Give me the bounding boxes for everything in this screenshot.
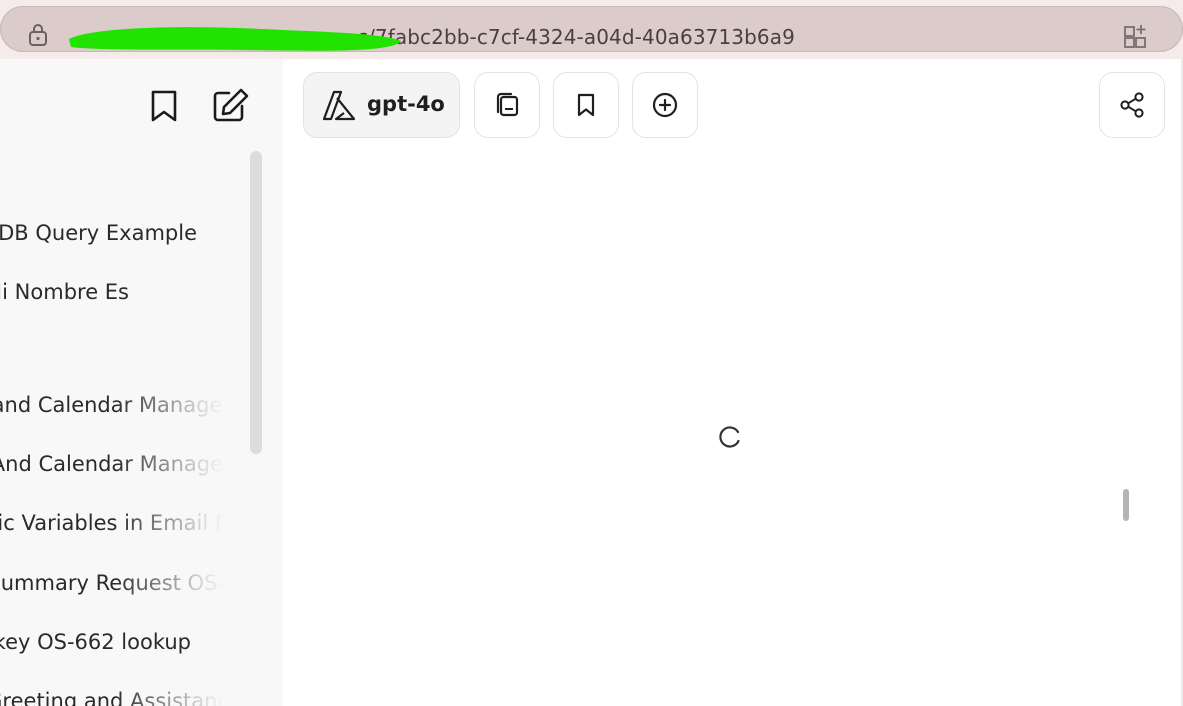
model-label: gpt-4o	[367, 92, 445, 116]
spinner-icon	[719, 426, 740, 448]
bookmark-icon	[577, 93, 595, 117]
sidebar-scrollbar[interactable]	[250, 151, 262, 454]
conversation-item[interactable]: and Calendar Manager	[0, 385, 225, 425]
browser-toolbar: c/7fabc2bb-c7cf-4324-a04d-40a63713b6a9	[0, 0, 1183, 59]
share-button[interactable]	[1099, 72, 1165, 138]
plus-circle-icon	[652, 92, 678, 118]
chat-scrollbar[interactable]	[1123, 489, 1129, 521]
conversation-item[interactable]: key OS-662 lookup	[0, 622, 225, 662]
presets-button[interactable]	[474, 72, 540, 138]
conversation-item[interactable]: nic Variables in Email M	[0, 503, 225, 543]
conversation-item[interactable]: Summary Request OS-	[0, 563, 225, 603]
chat-main: gpt-4o	[283, 59, 1183, 706]
sidebar: goDB Query Example Mi Nombre Es and Cale…	[0, 59, 283, 706]
conversation-item[interactable]: Greeting and Assistanc	[0, 681, 225, 706]
redaction-mark	[69, 27, 401, 51]
copy-icon	[496, 92, 519, 117]
conversation-item[interactable]: Mi Nombre Es	[0, 272, 225, 312]
lock-icon[interactable]	[28, 23, 48, 47]
bookmark-icon[interactable]	[149, 89, 179, 123]
extensions-icon[interactable]	[1123, 23, 1149, 49]
conversation-item[interactable]: And Calendar Manage	[0, 444, 225, 484]
new-chat-icon[interactable]	[212, 87, 250, 123]
share-icon	[1120, 92, 1144, 118]
add-button[interactable]	[632, 72, 698, 138]
conversation-item[interactable]: goDB Query Example	[0, 213, 225, 253]
bookmark-button[interactable]	[553, 72, 619, 138]
azure-icon	[322, 90, 356, 121]
model-selector-button[interactable]: gpt-4o	[303, 72, 460, 138]
address-bar[interactable]: c/7fabc2bb-c7cf-4324-a04d-40a63713b6a9	[0, 6, 1183, 52]
url-text[interactable]: c/7fabc2bb-c7cf-4324-a04d-40a63713b6a9	[357, 25, 795, 49]
